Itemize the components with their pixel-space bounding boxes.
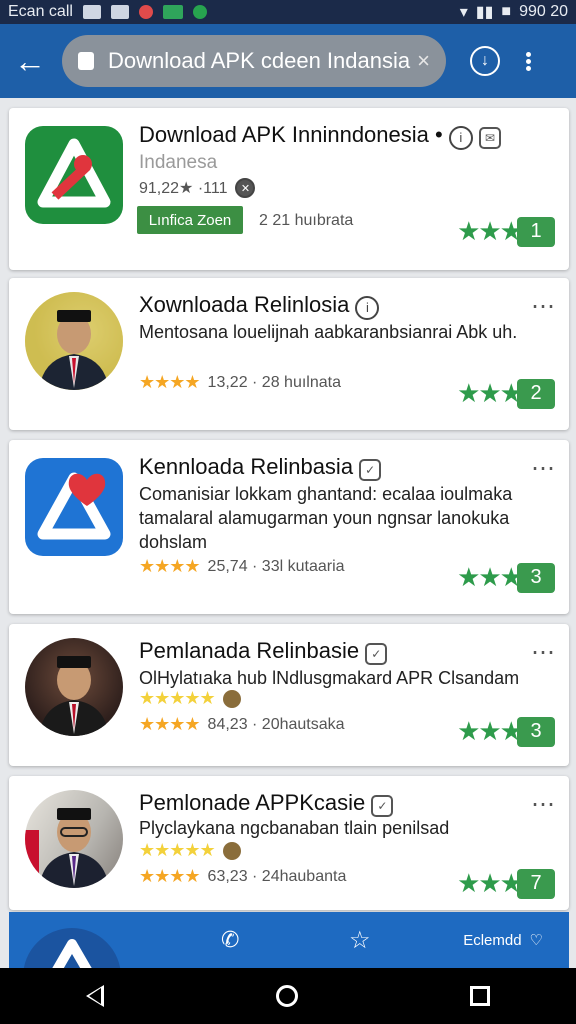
rating-cluster: ★★★ 3 bbox=[457, 716, 555, 747]
browser-toolbar: ← Download APK cdeen Indansia × ↓ bbox=[0, 24, 576, 98]
install-button[interactable]: Lınfica Zoen bbox=[137, 206, 243, 234]
green-stars-icon: ★★★ bbox=[457, 216, 523, 246]
green-stars-icon: ★★★ bbox=[457, 562, 523, 592]
badge-emoji-icon bbox=[222, 689, 241, 708]
more-options-icon[interactable]: ⋯ bbox=[531, 638, 555, 667]
rating-stars-icon: ★★★★ bbox=[139, 372, 201, 392]
rank-badge: 3 bbox=[517, 716, 555, 747]
notification-icon bbox=[82, 5, 101, 19]
result-card[interactable]: Download APK Inninndonesia • i ✉ Indanes… bbox=[9, 108, 569, 270]
rating-cluster: ★★★ 7 bbox=[457, 868, 555, 899]
result-description: Comanisiar lokkam ghantand: ecalaa ioulm… bbox=[139, 484, 513, 552]
result-extra-rating: ★★★★★ bbox=[139, 688, 241, 709]
heart-icon: ♡ bbox=[529, 932, 543, 949]
nav-home-icon[interactable] bbox=[276, 985, 298, 1007]
mail-badge-icon: ✉ bbox=[478, 127, 501, 149]
clock: 990 20 bbox=[519, 3, 568, 20]
result-card[interactable]: Pemlanada Relinbasie ✓ ⋯ OlHylatıaka hub… bbox=[9, 624, 569, 766]
result-title[interactable]: Download APK Inninndonesia • i ✉ bbox=[139, 122, 501, 150]
rating-stars-icon: ★★★★★ bbox=[139, 840, 216, 860]
lock-icon bbox=[78, 52, 94, 70]
rank-badge: 1 bbox=[517, 216, 555, 247]
carrier-label: Ecan call bbox=[8, 3, 73, 20]
result-card[interactable]: Kennloada Relinbasia ✓ ⋯ Comanisiar lokk… bbox=[9, 440, 569, 614]
bottom-action-bar: ✆ ☆ Eclemdd ♡ bbox=[9, 912, 569, 1024]
arrow-left-icon: ← bbox=[14, 42, 46, 79]
info-icon: i bbox=[448, 125, 473, 150]
result-title[interactable]: Pemlonade APPKcasie ✓ bbox=[139, 790, 394, 817]
app-notification-icon bbox=[138, 5, 153, 19]
rating-stars-icon: ★★★★★ bbox=[139, 688, 216, 708]
rating-stars-icon: ★★★★ bbox=[139, 714, 201, 734]
result-meta: ★★★★ 63,23 · 24haubanta bbox=[139, 866, 347, 886]
result-meta: ★★★★ 25,74 · 33l kutaaria bbox=[139, 556, 345, 576]
badge-emoji-icon bbox=[222, 841, 241, 860]
system-nav-bar bbox=[0, 968, 576, 1024]
phone-icon[interactable]: ✆ bbox=[221, 927, 239, 953]
address-bar[interactable]: Download APK cdeen Indansia × bbox=[62, 35, 446, 87]
download-button[interactable]: ↓ bbox=[470, 46, 500, 76]
verified-badge-icon: ✓ bbox=[359, 459, 382, 481]
more-options-icon[interactable]: ⋯ bbox=[531, 292, 555, 321]
overflow-menu-button[interactable] bbox=[526, 51, 531, 71]
result-meta: ★★★★ 13,22 · 28 huılnata bbox=[139, 372, 341, 392]
avatar bbox=[25, 292, 123, 390]
verified-badge-icon: ✓ bbox=[371, 795, 394, 817]
green-stars-icon: ★★★ bbox=[457, 868, 523, 898]
rating-cluster: ★★★ 1 bbox=[457, 216, 555, 247]
result-extra-rating: ★★★★★ bbox=[139, 840, 241, 861]
result-description: Plyclaykana ngcbanaban tlain penilsad bbox=[139, 818, 450, 838]
mail-icon bbox=[110, 5, 129, 19]
messenger-icon bbox=[162, 5, 183, 19]
app-logo-icon bbox=[25, 458, 123, 556]
more-options-icon[interactable]: ⋯ bbox=[531, 454, 555, 483]
result-description: Mentosana louelijnah aabkaranbsianrai Ab… bbox=[139, 322, 518, 342]
info-icon: i bbox=[355, 295, 380, 320]
rank-badge: 3 bbox=[517, 562, 555, 593]
nav-recents-icon[interactable] bbox=[470, 986, 490, 1006]
verified-badge-icon: ✓ bbox=[365, 643, 388, 665]
rating-cluster: ★★★ 2 bbox=[457, 378, 555, 409]
battery-icon: ■ bbox=[501, 3, 512, 20]
avatar bbox=[25, 790, 123, 888]
wifi-icon: ▾ bbox=[459, 4, 468, 21]
result-title[interactable]: Xownloada Relinlosia i bbox=[139, 292, 380, 320]
close-circle-icon: ✕ bbox=[235, 178, 256, 198]
favorite-button[interactable]: Eclemdd ♡ bbox=[463, 931, 543, 950]
result-meta: ★★★★ 84,23 · 20hautsaka bbox=[139, 714, 345, 734]
result-title[interactable]: Kennloada Relinbasia ✓ bbox=[139, 454, 382, 481]
app-icon-small bbox=[192, 5, 207, 19]
url-text: Download APK cdeen Indansia bbox=[108, 48, 411, 73]
rating-cluster: ★★★ 3 bbox=[457, 562, 555, 593]
star-icon[interactable]: ☆ bbox=[349, 926, 371, 955]
rating-stars-icon: ★★★★ bbox=[139, 866, 201, 886]
signal-icon: ▮▮ bbox=[475, 4, 494, 21]
rating-stars-icon: ★★★★ bbox=[139, 556, 201, 576]
result-card[interactable]: Xownloada Relinlosia i ⋯ Mentosana louel… bbox=[9, 278, 569, 430]
result-meta: 91,22★ ·111 ✕ bbox=[139, 178, 256, 198]
more-options-icon[interactable]: ⋯ bbox=[531, 790, 555, 819]
rank-badge: 2 bbox=[517, 378, 555, 409]
rank-badge: 7 bbox=[517, 868, 555, 899]
back-button[interactable]: ← bbox=[0, 31, 60, 91]
nav-back-icon[interactable] bbox=[86, 985, 104, 1007]
avatar bbox=[25, 638, 123, 736]
download-icon: ↓ bbox=[481, 52, 489, 69]
result-card[interactable]: Pemlonade APPKcasie ✓ ⋯ Plyclaykana ngcb… bbox=[9, 776, 569, 910]
result-title[interactable]: Pemlanada Relinbasie ✓ bbox=[139, 638, 388, 665]
green-stars-icon: ★★★ bbox=[457, 716, 523, 746]
app-logo-icon bbox=[25, 126, 123, 224]
result-description: OlHylatıaka hub lNdlusgmakard APR Clsand… bbox=[139, 668, 520, 688]
result-reviews: 2 21 huıbrata bbox=[259, 212, 354, 229]
green-stars-icon: ★★★ bbox=[457, 378, 523, 408]
clear-icon[interactable]: × bbox=[417, 48, 430, 74]
result-subtitle: Indanesa bbox=[139, 152, 218, 173]
status-bar: Ecan call ▾ ▮▮ ■ 990 20 bbox=[0, 0, 576, 24]
